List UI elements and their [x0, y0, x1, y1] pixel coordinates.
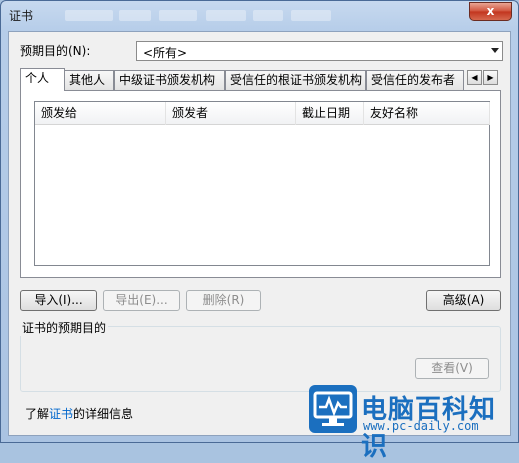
- tab-label: 其他人: [69, 73, 106, 87]
- import-button[interactable]: 导入(I)...: [20, 290, 97, 311]
- tab-personal[interactable]: 个人: [20, 68, 65, 91]
- tab-scroll-right-button[interactable]: ▶: [483, 70, 498, 85]
- remove-button[interactable]: 删除(R): [186, 290, 261, 311]
- blurred-background-tab: [206, 10, 246, 21]
- tab-label: 受信任的发布者: [371, 73, 456, 87]
- blurred-background-tab: [291, 10, 331, 21]
- certificate-dialog: 证书 x 预期目的(N): <所有> 个人 其他人 中级证书颁发机构 受信任的根…: [0, 0, 519, 462]
- chevron-down-icon: [491, 48, 499, 53]
- purpose-selected-value: <所有>: [143, 46, 188, 60]
- button-label: 高级(A): [442, 293, 485, 307]
- column-label: 友好名称: [370, 106, 419, 120]
- column-issued-by[interactable]: 颁发者: [166, 102, 296, 125]
- blurred-background-tab: [65, 10, 113, 21]
- tab-label: 中级证书颁发机构: [119, 73, 216, 87]
- button-label: 删除(R): [202, 293, 245, 307]
- chevron-right-icon: ▶: [487, 73, 494, 82]
- button-label: 导出(E)...: [115, 293, 168, 307]
- close-button[interactable]: x: [469, 2, 512, 21]
- certificate-store-tabs: 个人 其他人 中级证书颁发机构 受信任的根证书颁发机构 受信任的发布者 ◀ ▶: [20, 68, 501, 91]
- button-label: 导入(I)...: [34, 293, 83, 307]
- watermark-url: www.pc-daily.com: [363, 419, 479, 433]
- column-expiration-date[interactable]: 截止日期: [296, 102, 364, 125]
- column-friendly-name[interactable]: 友好名称: [364, 102, 490, 125]
- purpose-label: 预期目的(N):: [20, 44, 91, 58]
- blurred-background-tab: [253, 10, 283, 21]
- tab-intermediate-ca[interactable]: 中级证书颁发机构: [114, 70, 225, 90]
- tab-trusted-publishers[interactable]: 受信任的发布者: [366, 70, 464, 90]
- blurred-background-tab: [119, 10, 151, 21]
- purposes-group-title: 证书的预期目的: [20, 319, 109, 336]
- column-issued-to[interactable]: 颁发给: [35, 102, 166, 125]
- column-label: 颁发给: [41, 106, 78, 120]
- export-button[interactable]: 导出(E)...: [103, 290, 180, 311]
- blurred-background-tab: [159, 10, 197, 21]
- footer-suffix: 的详细信息: [73, 407, 134, 421]
- window-title: 证书: [9, 9, 34, 23]
- footer-prefix: 了解: [25, 407, 50, 421]
- tab-other-people[interactable]: 其他人: [64, 70, 114, 90]
- purpose-dropdown[interactable]: <所有>: [136, 41, 503, 61]
- column-label: 截止日期: [302, 106, 351, 120]
- tab-panel: 颁发给 颁发者 截止日期 友好名称: [20, 90, 501, 278]
- list-header: 颁发给 颁发者 截止日期 友好名称: [35, 102, 490, 125]
- close-icon: x: [486, 4, 495, 18]
- learn-more-text: 了解证书的详细信息: [25, 405, 133, 422]
- tab-scroll-left-button[interactable]: ◀: [467, 70, 482, 85]
- advanced-button[interactable]: 高级(A): [426, 290, 501, 311]
- column-label: 颁发者: [172, 106, 209, 120]
- chevron-left-icon: ◀: [471, 73, 478, 82]
- watermark: 电脑百科知识 www.pc-daily.com: [299, 353, 509, 462]
- tab-label: 个人: [25, 71, 50, 85]
- monitor-logo-icon: [309, 385, 357, 433]
- certificate-list[interactable]: 颁发给 颁发者 截止日期 友好名称: [34, 101, 490, 266]
- tab-trusted-root-ca[interactable]: 受信任的根证书颁发机构: [225, 70, 366, 90]
- title-bar[interactable]: 证书 x: [1, 1, 518, 29]
- certificates-help-link[interactable]: 证书: [49, 407, 73, 421]
- tab-label: 受信任的根证书颁发机构: [230, 73, 363, 87]
